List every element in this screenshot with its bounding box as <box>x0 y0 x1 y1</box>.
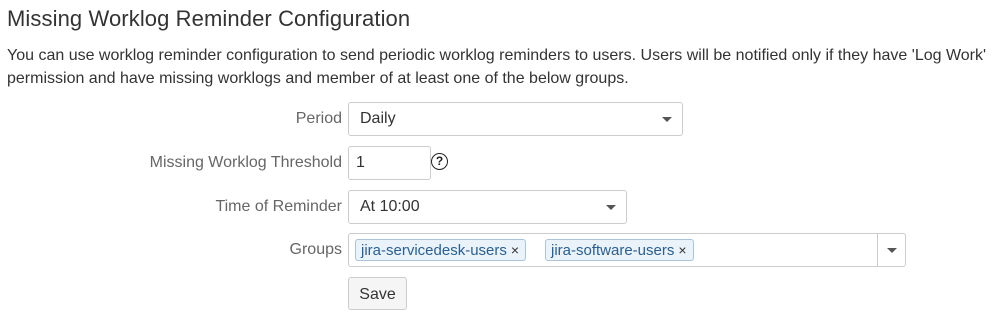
close-icon[interactable]: × <box>678 240 686 260</box>
time-of-reminder-row: Time of Reminder At 10:00 <box>0 190 999 224</box>
threshold-row: Missing Worklog Threshold ? <box>0 146 999 180</box>
page-title: Missing Worklog Reminder Configuration <box>7 6 411 31</box>
period-select[interactable]: Daily <box>348 102 683 136</box>
time-of-reminder-label: Time of Reminder <box>215 198 342 215</box>
time-of-reminder-select[interactable]: At 10:00 <box>348 190 627 224</box>
groups-multiselect[interactable]: jira-servicedesk-users × jira-software-us… <box>348 233 906 267</box>
page-description: You can use worklog reminder configurati… <box>7 47 987 87</box>
chevron-down-icon <box>662 117 672 122</box>
help-icon[interactable]: ? <box>431 153 448 170</box>
save-button[interactable]: Save <box>348 277 407 310</box>
groups-row: Groups jira-servicedesk-users × jira-soft… <box>0 233 999 267</box>
period-row: Period Daily <box>0 102 999 136</box>
period-label: Period <box>295 110 342 127</box>
group-tag-jira-servicedesk-users: jira-servicedesk-users × <box>355 239 527 261</box>
period-select-value: Daily <box>360 110 396 127</box>
threshold-input[interactable] <box>348 146 431 180</box>
threshold-label: Missing Worklog Threshold <box>149 154 342 171</box>
group-tag-label: jira-software-users <box>551 242 675 259</box>
time-of-reminder-select-value: At 10:00 <box>360 198 420 215</box>
chevron-down-icon <box>606 205 616 210</box>
groups-label: Groups <box>289 241 342 258</box>
group-tag-label: jira-servicedesk-users <box>361 242 507 259</box>
group-tag-jira-software-users: jira-software-users × <box>545 239 694 261</box>
chevron-down-icon[interactable] <box>887 248 897 253</box>
groups-dropdown-divider <box>877 234 878 266</box>
close-icon[interactable]: × <box>511 240 519 260</box>
